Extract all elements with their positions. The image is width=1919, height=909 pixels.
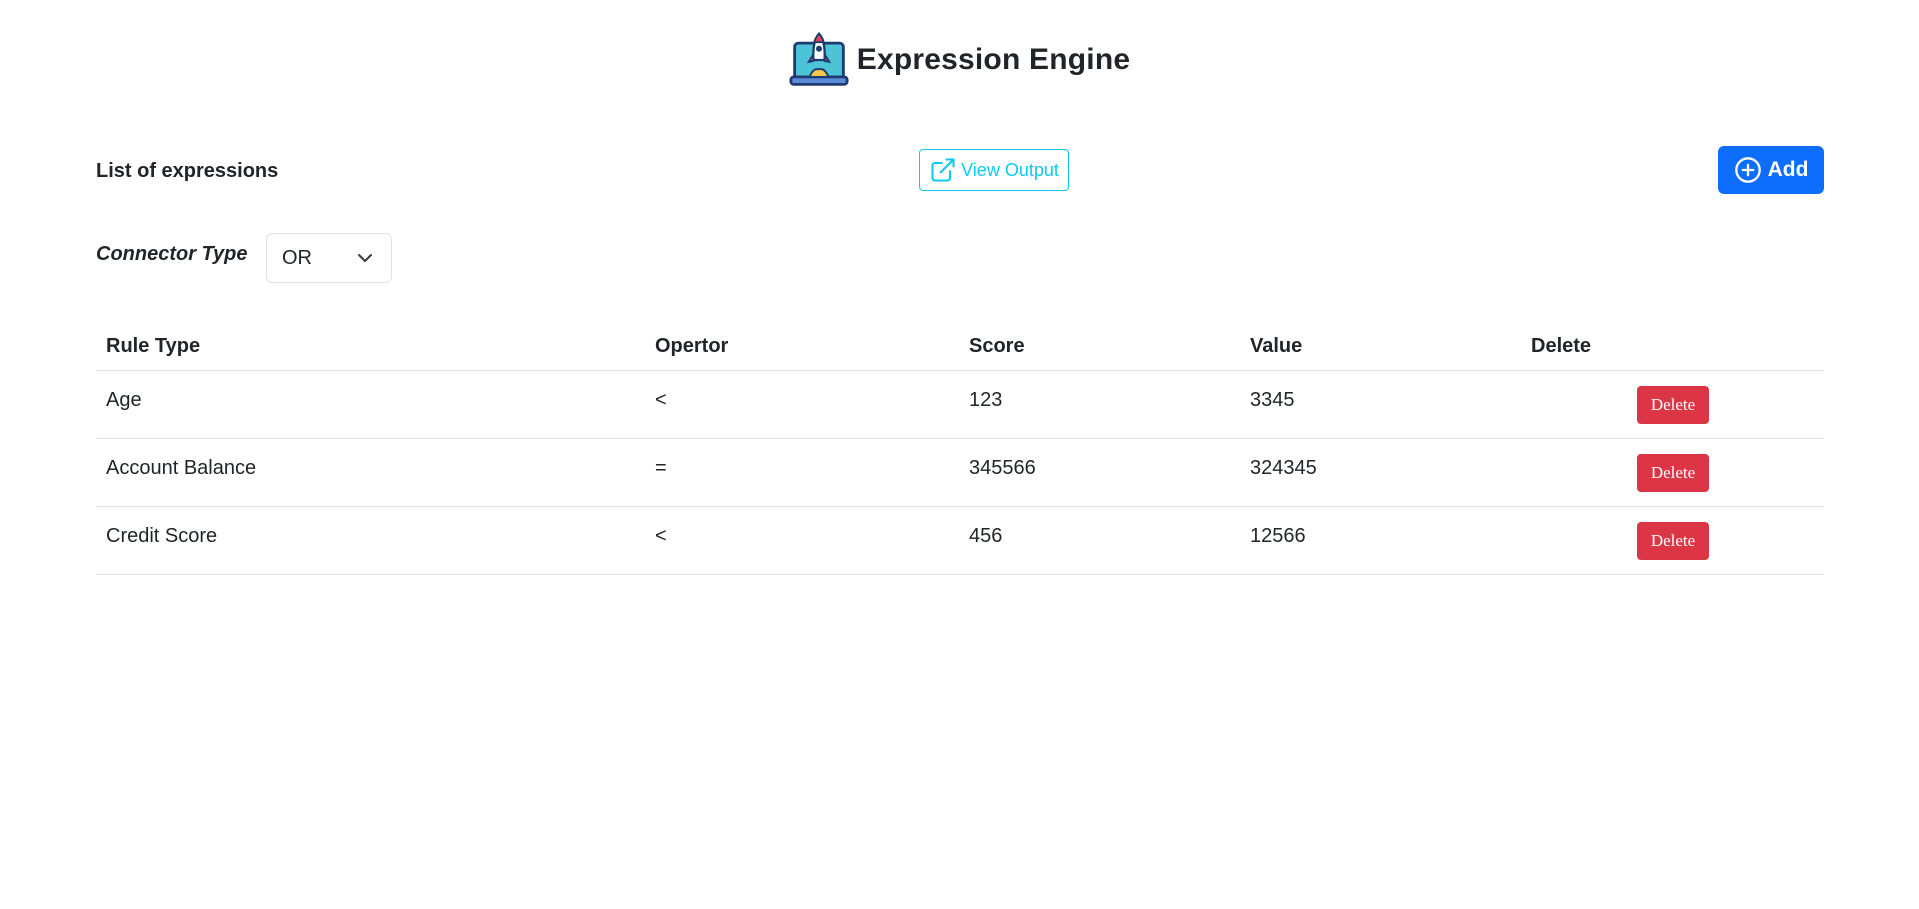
- score-cell: 123: [959, 370, 1240, 439]
- add-label: Add: [1767, 158, 1809, 181]
- table-row: Credit Score < 456 12566 Delete: [96, 506, 1824, 575]
- page: Expression Engine List of expressions Vi…: [0, 0, 1919, 909]
- rule-type-cell: Age: [96, 370, 645, 439]
- column-header-score: Score: [959, 320, 1240, 371]
- operator-cell: <: [645, 370, 959, 439]
- plus-circle-icon: [1734, 157, 1761, 183]
- value-cell: 3345: [1240, 370, 1521, 439]
- column-header-operator: Opertor: [645, 320, 959, 371]
- column-header-delete: Delete: [1521, 320, 1824, 371]
- connector-type-value: OR: [282, 246, 312, 269]
- view-output-button[interactable]: View Output: [919, 149, 1069, 191]
- connector-type-row: Connector Type OR: [96, 233, 496, 283]
- delete-cell: Delete: [1521, 438, 1824, 507]
- delete-cell: Delete: [1521, 370, 1824, 439]
- table-header: Rule Type Opertor Score Value Delete: [96, 320, 1824, 371]
- connector-type-label: Connector Type: [96, 243, 248, 265]
- value-cell: 12566: [1240, 506, 1521, 575]
- score-cell: 345566: [959, 438, 1240, 507]
- rule-type-cell: Credit Score: [96, 506, 645, 575]
- app-header: Expression Engine: [0, 28, 1919, 92]
- add-button[interactable]: Add: [1718, 146, 1824, 194]
- delete-button[interactable]: Delete: [1637, 521, 1709, 560]
- delete-button[interactable]: Delete: [1637, 453, 1709, 492]
- score-cell: 456: [959, 506, 1240, 575]
- connector-type-select[interactable]: OR: [266, 233, 392, 283]
- view-output-label: View Output: [961, 159, 1059, 180]
- table-row: Account Balance = 345566 324345 Delete: [96, 438, 1824, 507]
- toolbar: List of expressions View Output Add: [96, 146, 1824, 196]
- app-title: Expression Engine: [856, 43, 1131, 76]
- value-cell: 324345: [1240, 438, 1521, 507]
- external-link-icon: [931, 158, 955, 182]
- chevron-down-icon: [358, 254, 372, 262]
- operator-cell: <: [645, 506, 959, 575]
- table-row: Age < 123 3345 Delete: [96, 370, 1824, 439]
- delete-button[interactable]: Delete: [1637, 385, 1709, 424]
- table-body: Age < 123 3345 Delete Account Balance = …: [96, 370, 1824, 575]
- operator-cell: =: [645, 438, 959, 507]
- column-header-value: Value: [1240, 320, 1521, 371]
- delete-cell: Delete: [1521, 506, 1824, 575]
- rule-type-cell: Account Balance: [96, 438, 645, 507]
- rocket-laptop-icon: [789, 30, 849, 90]
- expressions-table: Rule Type Opertor Score Value Delete Age…: [96, 320, 1824, 575]
- list-title: List of expressions: [96, 160, 279, 182]
- column-header-rule-type: Rule Type: [96, 320, 645, 371]
- table-header-row: Rule Type Opertor Score Value Delete: [96, 320, 1824, 371]
